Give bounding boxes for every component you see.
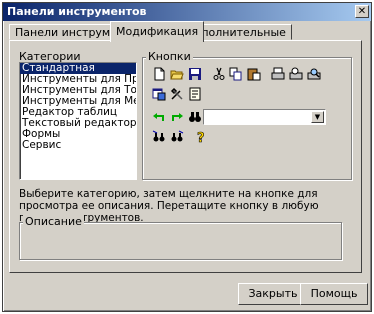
close-icon[interactable]: ✕ xyxy=(355,5,369,18)
binoculars-icon[interactable] xyxy=(188,110,202,124)
tab-modify[interactable]: Модификация xyxy=(110,21,205,42)
binoculars-icon[interactable] xyxy=(170,130,184,144)
find-icon[interactable] xyxy=(307,67,321,81)
copy-icon[interactable] xyxy=(229,67,243,81)
new-document-icon[interactable] xyxy=(152,67,166,81)
chevron-down-icon[interactable]: ▼ xyxy=(311,111,324,123)
window-title: Панели инструментов xyxy=(7,5,147,18)
cut-icon[interactable] xyxy=(212,67,226,81)
properties-icon[interactable] xyxy=(152,87,166,101)
help-button[interactable]: Помощь xyxy=(300,283,368,305)
combo-box[interactable]: ▼ xyxy=(203,109,326,125)
svg-text:?: ? xyxy=(197,131,205,144)
form-icon[interactable] xyxy=(188,87,202,101)
tools-icon[interactable] xyxy=(170,87,184,101)
paste-icon[interactable] xyxy=(247,67,261,81)
redo-icon[interactable] xyxy=(170,110,184,124)
print-icon[interactable] xyxy=(271,67,285,81)
flag-search-icon[interactable] xyxy=(152,130,166,144)
list-item[interactable]: Сервис xyxy=(20,140,136,151)
title-bar[interactable]: Панели инструментов ✕ xyxy=(3,3,371,21)
print-preview-icon[interactable] xyxy=(289,67,303,81)
categories-listbox[interactable]: Стандартная Инструменты для Продав Инстр… xyxy=(19,62,137,180)
open-folder-icon[interactable] xyxy=(170,67,184,81)
close-button[interactable]: Закрыть xyxy=(238,283,308,305)
help-icon[interactable]: ? xyxy=(194,130,208,144)
description-label: Описание xyxy=(23,215,84,228)
save-icon[interactable] xyxy=(188,67,202,81)
buttons-group-label: Кнопки xyxy=(146,50,193,63)
undo-icon[interactable] xyxy=(152,110,166,124)
